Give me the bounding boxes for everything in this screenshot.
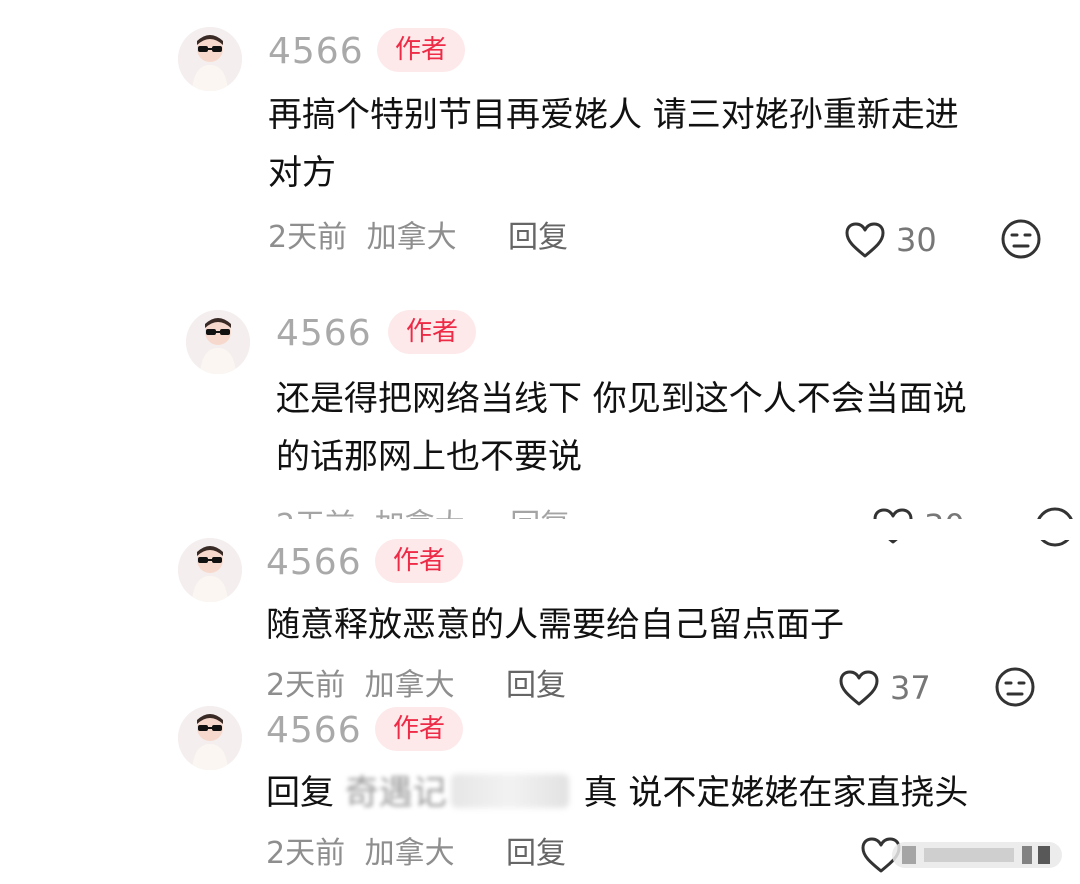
comment-text-line: 随意释放恶意的人需要给自己留点面子 <box>266 605 844 645</box>
comment-text-line: 对方 <box>268 153 336 193</box>
like-button[interactable]: 30 <box>844 220 937 260</box>
comment-time: 2天前 <box>268 220 348 255</box>
avatar-image <box>186 310 250 374</box>
username[interactable]: 4566 <box>266 543 362 583</box>
comment-text-line: 再搞个特别节目再爱姥人 请三对姥孙重新走进 <box>268 95 959 135</box>
heart-outline-icon <box>839 670 879 706</box>
reply-prefix: 回复 <box>266 773 334 813</box>
comment-location: 加拿大 <box>366 220 457 255</box>
author-badge: 作者 <box>388 310 477 354</box>
reaction-button[interactable] <box>1000 218 1042 260</box>
like-count: 37 <box>890 669 931 707</box>
screenshot-seam-cover <box>0 520 1080 540</box>
comment-time: 2天前 <box>266 668 346 703</box>
comment-text: 回复 奇遇记 真 说不定姥姥在家直挠头 <box>266 764 1066 822</box>
reply-target-text: 奇遇记 <box>344 773 447 813</box>
heart-outline-icon <box>845 222 885 258</box>
comment-meta: 2天前 加拿大 <box>266 668 455 704</box>
author-badge: 作者 <box>375 707 464 751</box>
avatar-image <box>178 538 242 602</box>
author-badge: 作者 <box>375 539 464 583</box>
comment-text: 还是得把网络当线下 你见到这个人不会当面说 的话那网上也不要说 <box>276 370 1076 486</box>
reply-button[interactable]: 回复 <box>508 220 568 256</box>
avatar[interactable] <box>178 538 242 602</box>
watermark <box>872 832 1072 876</box>
reaction-button[interactable] <box>994 666 1036 708</box>
like-count: 30 <box>896 221 937 259</box>
username[interactable]: 4566 <box>276 314 372 354</box>
avatar-image <box>178 706 242 770</box>
like-button[interactable]: 37 <box>838 668 931 708</box>
comment-time: 2天前 <box>266 836 346 871</box>
comment-text: 随意释放恶意的人需要给自己留点面子 <box>266 596 1066 654</box>
username[interactable]: 4566 <box>266 711 362 751</box>
neutral-face-icon <box>1001 219 1041 259</box>
comment-meta: 2天前 加拿大 <box>268 220 457 256</box>
watermark-graphic <box>892 842 1062 868</box>
username[interactable]: 4566 <box>268 32 364 72</box>
author-badge: 作者 <box>377 28 466 72</box>
reply-button[interactable]: 回复 <box>506 668 566 704</box>
avatar[interactable] <box>178 706 242 770</box>
comment-text-line: 的话那网上也不要说 <box>276 437 582 477</box>
comment-meta: 2天前 加拿大 <box>266 836 455 872</box>
avatar[interactable] <box>178 27 242 91</box>
avatar-image <box>178 27 242 91</box>
avatar[interactable] <box>186 310 250 374</box>
reply-target-username[interactable]: 奇遇记 <box>345 764 447 822</box>
comment-text: 再搞个特别节目再爱姥人 请三对姥孙重新走进 对方 <box>268 86 1068 202</box>
comment-location: 加拿大 <box>364 668 455 703</box>
comment-text-rest: 真 说不定姥姥在家直挠头 <box>583 773 969 813</box>
comment-location: 加拿大 <box>364 836 455 871</box>
reply-button[interactable]: 回复 <box>506 836 566 872</box>
comment-text-line: 还是得把网络当线下 你见到这个人不会当面说 <box>276 379 967 419</box>
neutral-face-icon <box>995 667 1035 707</box>
blurred-redaction <box>450 774 569 808</box>
